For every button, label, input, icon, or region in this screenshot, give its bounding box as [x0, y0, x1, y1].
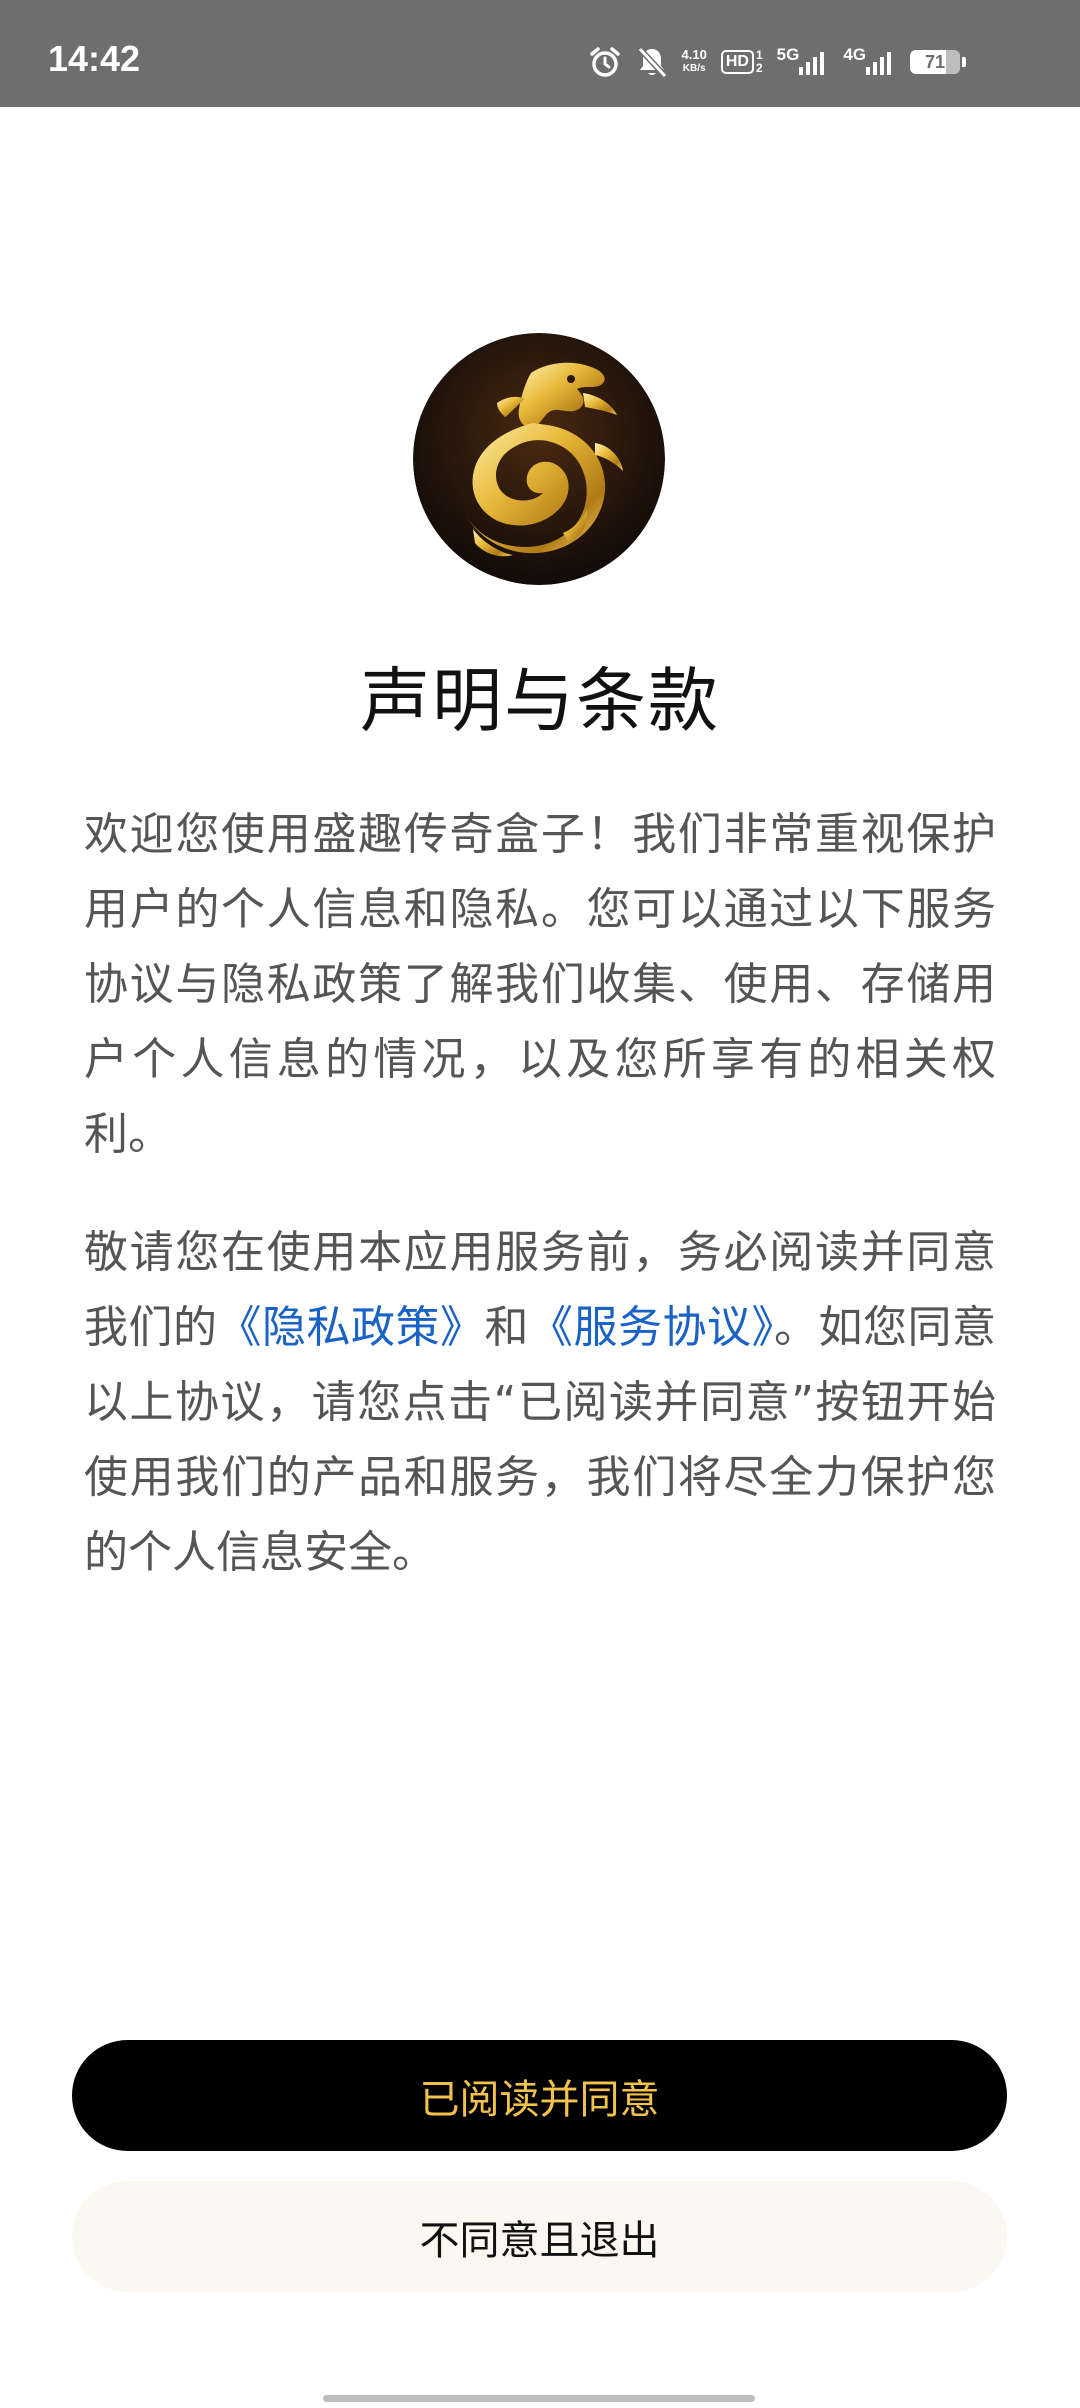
signal-4g: 4G	[843, 45, 896, 75]
consent-text-middle: 和	[484, 1302, 530, 1353]
app-logo	[413, 333, 665, 585]
hd-sim-index: 1 2	[756, 49, 763, 75]
home-indicator[interactable]	[323, 2395, 755, 2402]
signal-icon	[799, 52, 825, 75]
dragon-logo-icon	[413, 333, 665, 585]
net-speed-value: 4.10	[681, 47, 707, 62]
bell-off-icon	[636, 45, 668, 79]
net-speed-unit: KB/s	[682, 63, 706, 74]
status-bar: 14:42 4.10 KB/s HD 1 2 5G 4G 71	[0, 0, 1080, 107]
status-icons: 4.10 KB/s HD 1 2 5G 4G 71	[588, 42, 966, 82]
decline-exit-button[interactable]: 不同意且退出	[72, 2181, 1007, 2292]
privacy-policy-link[interactable]: 《隐私政策》	[218, 1302, 485, 1353]
page-title: 声明与条款	[360, 660, 720, 742]
hd-badge: HD	[720, 50, 754, 74]
consent-paragraph: 敬请您在使用本应用服务前，务必阅读并同意我们的《隐私政策》和《服务协议》。如您同…	[84, 1215, 996, 1590]
intro-paragraph: 欢迎您使用盛趣传奇盒子！我们非常重视保护用户的个人信息和隐私。您可以通过以下服务…	[84, 809, 996, 1160]
hd-indicator: HD 1 2	[720, 49, 763, 75]
net-speed: 4.10 KB/s	[682, 48, 707, 76]
signal-icon	[866, 52, 891, 75]
hd-sub-bottom: 2	[755, 61, 763, 75]
battery-level: 71	[924, 51, 946, 72]
agree-button[interactable]: 已阅读并同意	[72, 2040, 1007, 2151]
signal-5g: 5G	[777, 45, 830, 75]
status-time: 14:42	[48, 38, 141, 79]
service-agreement-link[interactable]: 《服务协议》	[529, 1302, 774, 1353]
battery-icon: 71	[910, 50, 966, 74]
alarm-icon	[588, 45, 622, 79]
